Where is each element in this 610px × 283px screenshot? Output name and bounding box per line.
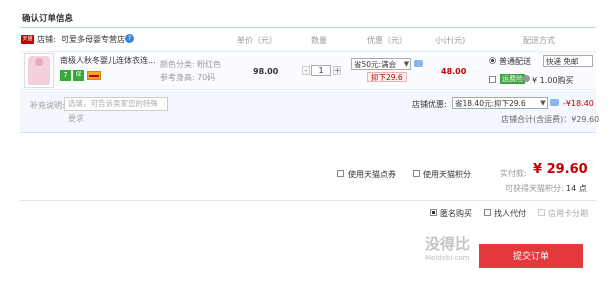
guarantee-icon[interactable]: 保 <box>73 70 84 81</box>
spec-size-label: 参考身高: <box>160 73 195 82</box>
store-total: 店铺合计(含运费)：¥29.60 <box>501 115 600 124</box>
note-input[interactable]: 选填，可告诉卖家您的特殊 <box>64 97 168 111</box>
column-discount: 优惠（元） <box>367 36 407 45</box>
product-title-link[interactable]: 南极人秋冬婴儿连体衣连... <box>60 55 155 66</box>
discount-info-icon[interactable] <box>550 99 559 106</box>
shipping-insurance-tag: 运费险 <box>500 74 525 84</box>
credit-card-installment-checkbox[interactable] <box>538 209 545 216</box>
quantity-decrease-button[interactable]: - <box>302 66 310 75</box>
header-divider <box>20 27 596 28</box>
quantity-input[interactable]: 1 <box>311 65 331 76</box>
chevron-down-icon[interactable]: ▼ <box>402 58 411 70</box>
store-discount-select[interactable]: 省18.40元:抑下29.6 <box>452 97 548 109</box>
store-name-link[interactable]: 可爱多母婴专营店 <box>61 34 125 45</box>
paid-amount: ¥ 29.60 <box>533 162 588 177</box>
column-subtotal: 小计(元) <box>435 36 466 45</box>
proxy-pay-label: 找人代付 <box>494 209 526 218</box>
anonymous-label: 匿名购买 <box>440 209 472 218</box>
tmall-coupon-checkbox[interactable] <box>337 170 344 177</box>
seven-day-return-icon[interactable]: 7 <box>60 70 71 81</box>
watermark-url: Meidebi.com <box>425 254 470 262</box>
column-unit-price: 单价（元） <box>237 36 277 45</box>
shipping-method-select[interactable]: 快递 免邮 <box>543 55 593 67</box>
bottom-divider <box>20 200 596 201</box>
spec-color-value: 粉红色 <box>197 60 221 69</box>
store-discount-label: 店铺优惠: <box>412 100 447 109</box>
chat-icon[interactable]: ? <box>125 34 134 43</box>
tmall-store-tag: 天猫 <box>21 35 34 44</box>
shipping-insurance-price: ¥ 1.00购买 <box>532 76 574 85</box>
points-label: 可获得天猫积分: <box>505 184 564 193</box>
anonymous-checkbox[interactable] <box>430 209 437 216</box>
quantity-increase-button[interactable]: + <box>333 66 341 75</box>
shipping-method-radio[interactable] <box>489 57 496 64</box>
note-placeholder-wrap: 要求 <box>68 114 84 123</box>
credit-card-icon[interactable] <box>87 71 101 80</box>
spec-size-value: 70码 <box>197 73 216 82</box>
column-shipping: 配送方式 <box>523 36 555 45</box>
info-icon[interactable] <box>523 75 530 82</box>
shipping-method-label: 普通配送 <box>499 57 531 66</box>
column-quantity: 数量 <box>311 36 327 45</box>
product-image-detail <box>35 58 43 66</box>
spec-color-label: 颜色分类: <box>160 60 195 69</box>
chevron-down-icon[interactable]: ▼ <box>538 97 548 109</box>
paid-label: 实付款: <box>500 169 527 178</box>
credit-card-installment-label: 信用卡分期 <box>548 209 588 218</box>
tmall-points-checkbox[interactable] <box>413 170 420 177</box>
store-label: 店铺: <box>37 35 56 44</box>
promo-info-icon[interactable] <box>414 60 423 67</box>
shipping-insurance-checkbox[interactable] <box>489 76 496 83</box>
unit-price: 98.00 <box>253 67 279 76</box>
tmall-points-label: 使用天猫积分 <box>423 170 471 179</box>
note-label: 补充说明: <box>30 101 65 110</box>
points-value: 14 点 <box>566 184 587 193</box>
item-subtotal: 48.00 <box>441 67 467 76</box>
store-discount-amount: -¥18.40 <box>563 99 594 108</box>
proxy-pay-checkbox[interactable] <box>484 209 491 216</box>
item-discount-badge: 抑下29.6 <box>367 72 407 82</box>
submit-order-button[interactable]: 提交订单 <box>479 244 583 268</box>
tmall-coupon-label: 使用天猫点券 <box>348 170 396 179</box>
watermark-logo: 没得比 <box>425 235 471 253</box>
section-title: 确认订单信息 <box>22 14 74 24</box>
